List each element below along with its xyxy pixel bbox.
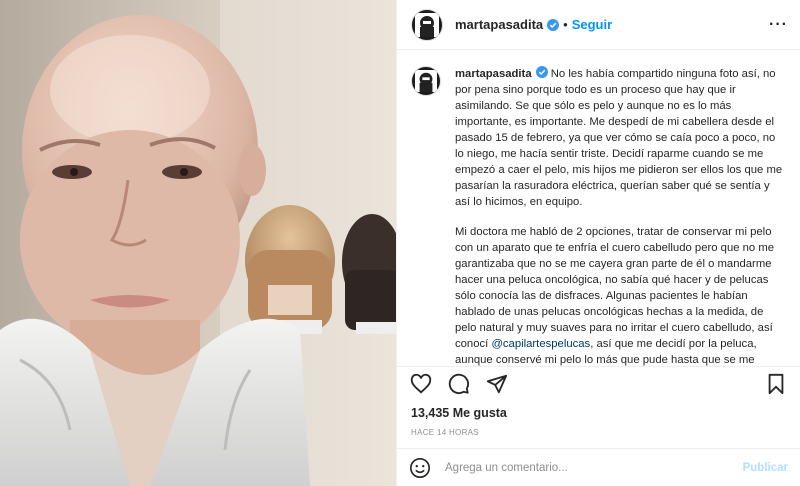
caption-avatar[interactable] — [411, 66, 441, 96]
action-bar — [397, 370, 800, 398]
like-count[interactable]: 13,435 Me gusta — [411, 406, 507, 420]
instagram-post: martapasadita • Seguir ··· martapasadita… — [0, 0, 800, 486]
post-panel: martapasadita • Seguir ··· martapasadita… — [396, 0, 800, 486]
publish-button[interactable]: Publicar — [743, 462, 788, 474]
separator-dot: • — [563, 17, 568, 32]
caption-paragraph-1: martapasadita No les había compartido ni… — [455, 66, 786, 210]
emoji-icon[interactable] — [409, 457, 431, 479]
caption-paragraph-2: Mi doctora me habló de 2 opciones, trata… — [455, 224, 786, 366]
follow-button[interactable]: Seguir — [572, 17, 612, 32]
comment-bar: Publicar — [397, 448, 800, 486]
avatar[interactable] — [411, 8, 443, 41]
verified-badge-icon — [535, 66, 548, 78]
caption-area: martapasadita No les había compartido ni… — [397, 50, 800, 367]
avatar-illustration-icon — [415, 12, 439, 37]
caption-p1: No les había compartido ninguna foto así… — [455, 68, 783, 208]
comment-icon[interactable] — [447, 372, 471, 396]
post-photo[interactable] — [0, 0, 396, 486]
share-icon[interactable] — [485, 372, 509, 396]
mention-link[interactable]: @capilartespelucas — [491, 338, 590, 350]
selfie-image — [0, 0, 396, 486]
like-icon[interactable] — [409, 372, 433, 396]
avatar-illustration-icon — [415, 70, 437, 92]
caption-p2-before: Mi doctora me habló de 2 opciones, trata… — [455, 226, 775, 350]
caption-text: martapasadita No les había compartido ni… — [455, 66, 786, 366]
username[interactable]: martapasadita — [455, 17, 543, 32]
post-header: martapasadita • Seguir ··· — [397, 0, 800, 50]
post-timestamp[interactable]: HACE 14 HORAS — [411, 428, 479, 437]
bookmark-icon[interactable] — [764, 372, 788, 396]
verified-badge-icon — [547, 18, 560, 31]
more-options-icon[interactable]: ··· — [769, 16, 788, 34]
caption-username[interactable]: martapasadita — [455, 68, 532, 80]
comment-input[interactable] — [443, 460, 743, 475]
caption-row: martapasadita No les había compartido ni… — [411, 66, 786, 366]
